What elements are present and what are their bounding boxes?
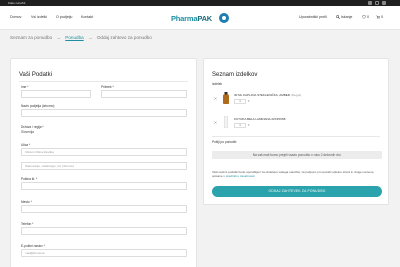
product-list-panel: Seznam izdelkov Izdelek 30 ML KAPLJNA ST… (203, 58, 389, 205)
phone-label: Telefon * (21, 222, 34, 226)
heart-icon (362, 15, 366, 19)
wishlist-button[interactable]: 0 (362, 15, 369, 20)
instagram-icon[interactable] (375, 1, 379, 5)
quantity-stepper[interactable]: ▾ (248, 123, 250, 128)
order-divider (212, 136, 380, 137)
privacy-policy-link[interactable]: pravilnik o zasebnosti (226, 174, 255, 178)
list-item: 30 ML KAPLJNA STEKLENIČKA, AMBER (Regija… (212, 90, 382, 108)
quantity-field[interactable]: 1 (234, 123, 246, 128)
remark-label: Pošlji po ponudbi (212, 140, 237, 144)
wishlist-count: 0 (367, 15, 369, 19)
search-icon (336, 15, 340, 19)
cart-count: 0 (381, 15, 383, 19)
country-label: Država / regija * (21, 125, 44, 129)
remove-item-button[interactable] (214, 96, 217, 101)
product-list-title: Seznam izdelkov (212, 72, 258, 78)
nav-all-products[interactable]: Vsi izdelki (31, 15, 47, 20)
breadcrumb: Seznam za ponudbo → Ponudba → Oddaj zaht… (10, 34, 155, 42)
street-label: Ulica * (21, 143, 31, 147)
postal-code-field[interactable] (21, 182, 187, 190)
first-name-field[interactable] (21, 90, 91, 98)
facebook-icon[interactable] (368, 1, 372, 5)
privacy-text: Vaši osebni podatki bodo uporabljeni za … (212, 170, 375, 178)
close-icon (214, 97, 217, 100)
list-item: KUTIJKA BELA LAMINANA 22X35X88 1 ▾ (212, 114, 382, 132)
company-field[interactable] (21, 109, 187, 117)
breadcrumb-item-submit: Oddaj zahtevo za ponudbo (96, 35, 152, 40)
submit-quote-button[interactable]: ODDAJ ZAHTEVEK ZA PONUDBO (212, 186, 382, 197)
email-label: E-poštni naslov * (21, 244, 45, 248)
product-name[interactable]: KUTIJKA BELA LAMINANA 22X35X88 (234, 117, 285, 121)
last-name-label: Priimek * (101, 85, 114, 89)
search-button[interactable]: Iskanje (336, 15, 352, 20)
white-box-image (224, 116, 228, 128)
user-profile-link[interactable]: Uporabniški profil (299, 15, 327, 20)
brand-name-part2: PAK (197, 14, 213, 23)
nav-home[interactable]: Domov (10, 15, 21, 20)
logo-mark-icon (219, 13, 229, 23)
delivery-notice: Na vaš mail bomo prejeli vsado ponudbo v… (212, 151, 382, 159)
quantity-stepper[interactable]: ▾ (248, 99, 250, 104)
customer-details-panel: Vaši Podatki Ime * Priimek * Naziv podje… (10, 58, 197, 267)
street2-field[interactable]: Stanovanje, nadstropje, itd. (izborno) (21, 162, 187, 170)
form-title: Vaši Podatki (19, 72, 52, 78)
linkedin-icon[interactable] (382, 1, 386, 5)
breadcrumb-item-quote[interactable]: Ponudba (65, 35, 83, 40)
last-name-field[interactable] (101, 90, 187, 98)
cart-button[interactable]: 0 (376, 15, 383, 20)
header: Domov Vsi izdelki O podjetju Kontakt Pha… (0, 6, 400, 30)
breadcrumb-separator: → (56, 35, 62, 40)
breadcrumb-item-quote-list[interactable]: Seznam za ponudbo (10, 35, 52, 40)
cart-icon (376, 15, 380, 19)
product-name[interactable]: 30 ML KAPLJNA STEKLENIČKA, AMBER (234, 93, 290, 97)
amber-bottle-image (223, 92, 229, 104)
search-label: Iskanje (341, 15, 353, 19)
breadcrumb-separator: → (87, 35, 93, 40)
nav-about[interactable]: O podjetju (56, 15, 72, 20)
phone-field[interactable] (21, 227, 187, 235)
brand-name-part1: Pharma (171, 14, 198, 23)
email-field[interactable]: mail@domena (21, 249, 187, 257)
country-value[interactable]: Slovenija (21, 130, 34, 134)
remove-item-button[interactable] (214, 120, 217, 125)
street-field[interactable]: Ulica in hišna številka (21, 148, 187, 156)
quantity-field[interactable]: 1 (234, 99, 246, 104)
product-column-label: Izdelek (212, 82, 223, 86)
brand-logo[interactable]: PharmaPAK (171, 12, 229, 25)
first-name-label: Ime * (21, 85, 29, 89)
postal-code-label: Poštna št. * (21, 177, 38, 181)
city-field[interactable] (21, 205, 187, 213)
nav-contact[interactable]: Kontakt (81, 15, 93, 20)
city-label: Mesto * (21, 200, 32, 204)
company-label: Naziv podjetja (izborno) (21, 104, 55, 108)
close-icon (214, 121, 217, 124)
form-divider (19, 81, 188, 82)
product-note: (Regija) (290, 93, 302, 97)
